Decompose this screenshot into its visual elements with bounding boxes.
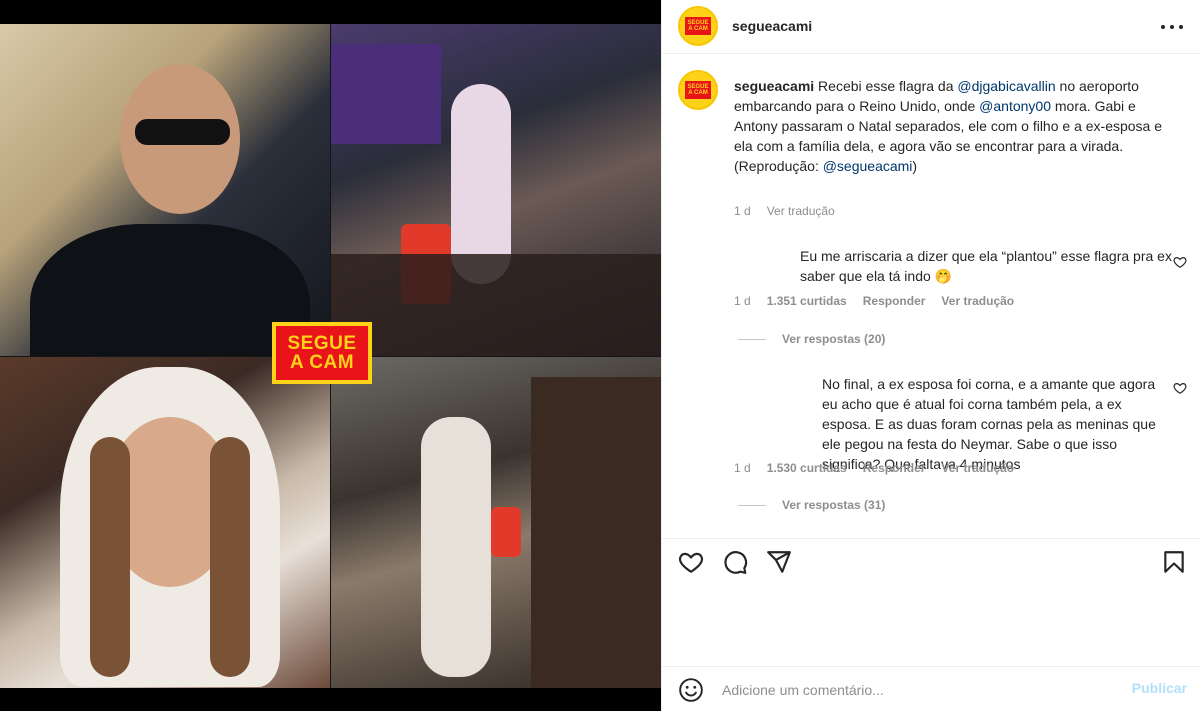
likes-count[interactable]: 1.351 curtidas (767, 294, 847, 308)
instagram-post-view: SEGUE A CAM SEGUE A CAM segueacami SEGUE A… (0, 0, 1200, 711)
mention-link[interactable]: @djgabicavallin (957, 78, 1055, 94)
caption-text: segueacami Recebi esse flagra da @djgabi… (734, 78, 1163, 174)
photo-airport-side (331, 357, 661, 688)
avatar[interactable]: SEGUE A CAM (678, 70, 718, 110)
share-icon[interactable] (766, 549, 794, 577)
translate-button[interactable]: Ver tradução (767, 204, 835, 218)
publish-button[interactable]: Publicar (1132, 680, 1187, 696)
heart-icon[interactable] (1173, 255, 1187, 269)
bookmark-icon[interactable] (1161, 549, 1189, 577)
mention-link[interactable]: @segueacami (823, 158, 913, 174)
heart-icon[interactable] (678, 549, 706, 577)
comment-time: 1 d (734, 294, 751, 308)
avatar[interactable]: SEGUE A CAM (678, 6, 718, 46)
divider (738, 504, 766, 506)
comment-text: Eu me arriscaria a dizer que ela “planto… (800, 248, 1172, 284)
reply-button[interactable]: Responder (863, 461, 926, 475)
more-options-icon[interactable] (1161, 19, 1183, 35)
post-details-panel: SEGUE A CAM segueacami SEGUE A CAM segueac… (661, 0, 1200, 711)
comment-composer: Publicar (662, 666, 1200, 711)
comment-meta: 1 d 1.351 curtidas Responder Ver traduçã… (734, 294, 1014, 308)
translate-button[interactable]: Ver tradução (941, 294, 1014, 308)
caption-meta: 1 d Ver tradução (734, 204, 835, 218)
photo-man-sunglasses (0, 24, 330, 356)
translate-button[interactable]: Ver tradução (941, 461, 1014, 475)
view-replies-button[interactable]: Ver respostas (31) (738, 498, 885, 512)
post-header: SEGUE A CAM segueacami (662, 0, 1200, 54)
comment-icon[interactable] (722, 549, 750, 577)
comment-input[interactable] (722, 679, 1102, 701)
comment-meta: 1 d 1.530 curtidas Responder Ver traduçã… (734, 461, 1014, 475)
divider (738, 338, 766, 340)
photo-airport-back (331, 24, 661, 356)
comment-text: No final, a ex esposa foi corna, e a ama… (822, 376, 1156, 472)
post-media[interactable]: SEGUE A CAM (0, 0, 661, 711)
emoji-icon[interactable] (678, 677, 704, 703)
caption-time: 1 d (734, 204, 751, 218)
reply-button[interactable]: Responder (863, 294, 926, 308)
caption-username[interactable]: segueacami (734, 78, 814, 94)
segue-a-cami-logo: SEGUE A CAM (272, 322, 372, 384)
comments-section: SEGUE A CAM segueacami Recebi esse flagra… (662, 54, 1200, 538)
comment-time: 1 d (734, 461, 751, 475)
action-bar (662, 538, 1200, 586)
likes-count[interactable]: 1.530 curtidas (767, 461, 847, 475)
photo-woman-hood (0, 357, 330, 688)
mention-link[interactable]: @antony00 (979, 98, 1051, 114)
view-replies-button[interactable]: Ver respostas (20) (738, 332, 885, 346)
post-username[interactable]: segueacami (732, 18, 812, 34)
heart-icon[interactable] (1173, 381, 1187, 395)
